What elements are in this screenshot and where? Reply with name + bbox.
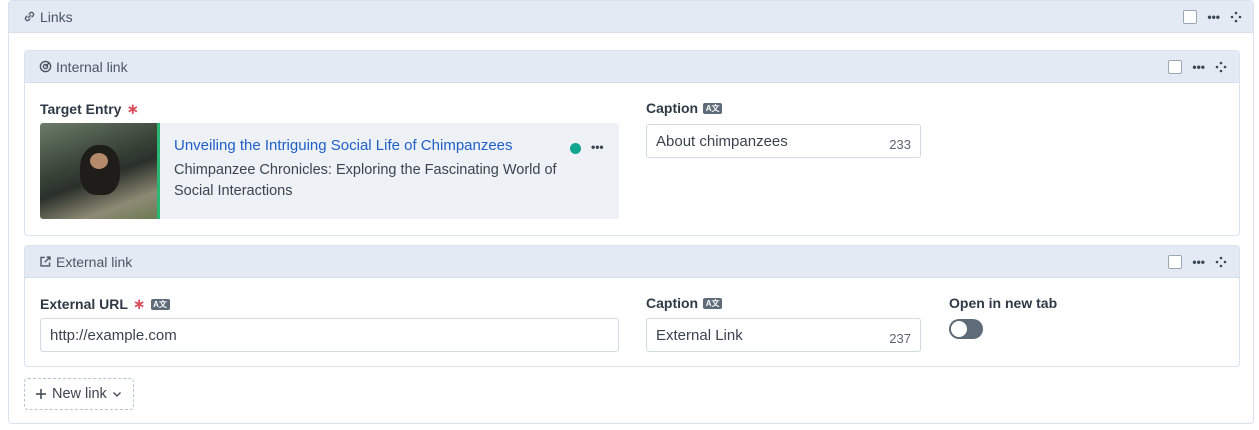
caption-input[interactable]: About chimpanzees 233 [646,124,921,158]
internal-link-header: Internal link ••• [25,51,1239,83]
internal-link-menu-button[interactable]: ••• [1192,61,1205,73]
links-block: Links ••• Internal link ••• Target Entry… [8,0,1254,424]
external-link-title-text: External link [56,253,133,270]
target-entry-card[interactable]: Unveiling the Intriguing Social Life of … [40,123,619,219]
entry-subtitle: Chimpanzee Chronicles: Exploring the Fas… [174,162,557,199]
external-link-actions: ••• [1168,246,1227,277]
character-count: 237 [889,330,911,346]
links-block-header: Links ••• [9,1,1253,33]
localized-field-icon: A文 [703,102,723,114]
entry-thumbnail [40,123,160,219]
external-link-card: External link ••• External URL ∗ A文 http… [24,245,1240,367]
new-link-button-label: New link [52,386,107,402]
target-entry-label-text: Target Entry [40,101,122,117]
external-url-label: External URL ∗ A文 [40,295,170,313]
entry-menu-button[interactable]: ••• [591,141,604,153]
external-link-icon [39,255,52,268]
chevron-down-icon [112,389,122,399]
caption-input[interactable]: External Link 237 [646,318,921,352]
target-icon [39,60,52,73]
open-new-tab-label: Open in new tab [949,295,1057,311]
caption-label: Caption A文 [646,295,723,311]
new-link-button[interactable]: New link [24,378,134,410]
external-link-title: External link [39,246,132,277]
caption-label: Caption A文 [646,100,723,116]
target-entry-label: Target Entry ∗ [40,100,139,118]
external-url-label-text: External URL [40,296,128,312]
plus-icon [35,388,47,400]
internal-link-actions: ••• [1168,51,1227,82]
links-block-select-checkbox[interactable] [1183,9,1198,24]
caption-input-value: External Link [656,326,743,344]
required-asterisk: ∗ [126,101,140,118]
external-link-menu-button[interactable]: ••• [1192,256,1205,268]
links-block-title-text: Links [40,8,73,25]
external-link-select-checkbox[interactable] [1168,254,1183,269]
links-block-title: Links [23,1,73,32]
drag-handle-icon[interactable] [1215,61,1227,73]
internal-link-card: Internal link ••• Target Entry ∗ Unveili… [24,50,1240,236]
published-status-dot [570,143,581,154]
localized-field-icon: A文 [703,297,723,309]
external-url-input[interactable]: http://example.com [40,318,619,352]
internal-link-select-checkbox[interactable] [1168,59,1183,74]
external-url-value: http://example.com [50,326,177,344]
open-new-tab-label-text: Open in new tab [949,295,1058,311]
internal-link-title-text: Internal link [56,58,128,75]
caption-input-value: About chimpanzees [656,132,788,150]
links-block-actions: ••• [1183,1,1242,32]
required-asterisk: ∗ [132,296,146,313]
entry-title-link[interactable]: Unveiling the Intriguing Social Life of … [174,137,513,154]
caption-label-text: Caption [646,295,699,311]
localized-field-icon: A文 [150,298,170,310]
drag-handle-icon[interactable] [1230,11,1242,23]
character-count: 233 [889,136,911,152]
link-icon [23,10,36,23]
links-block-menu-button[interactable]: ••• [1207,11,1220,23]
internal-link-title: Internal link [39,51,128,82]
caption-label-text: Caption [646,100,699,116]
external-link-header: External link ••• [25,246,1239,278]
open-new-tab-toggle[interactable] [949,319,983,339]
drag-handle-icon[interactable] [1215,256,1227,268]
toggle-knob [951,321,967,337]
